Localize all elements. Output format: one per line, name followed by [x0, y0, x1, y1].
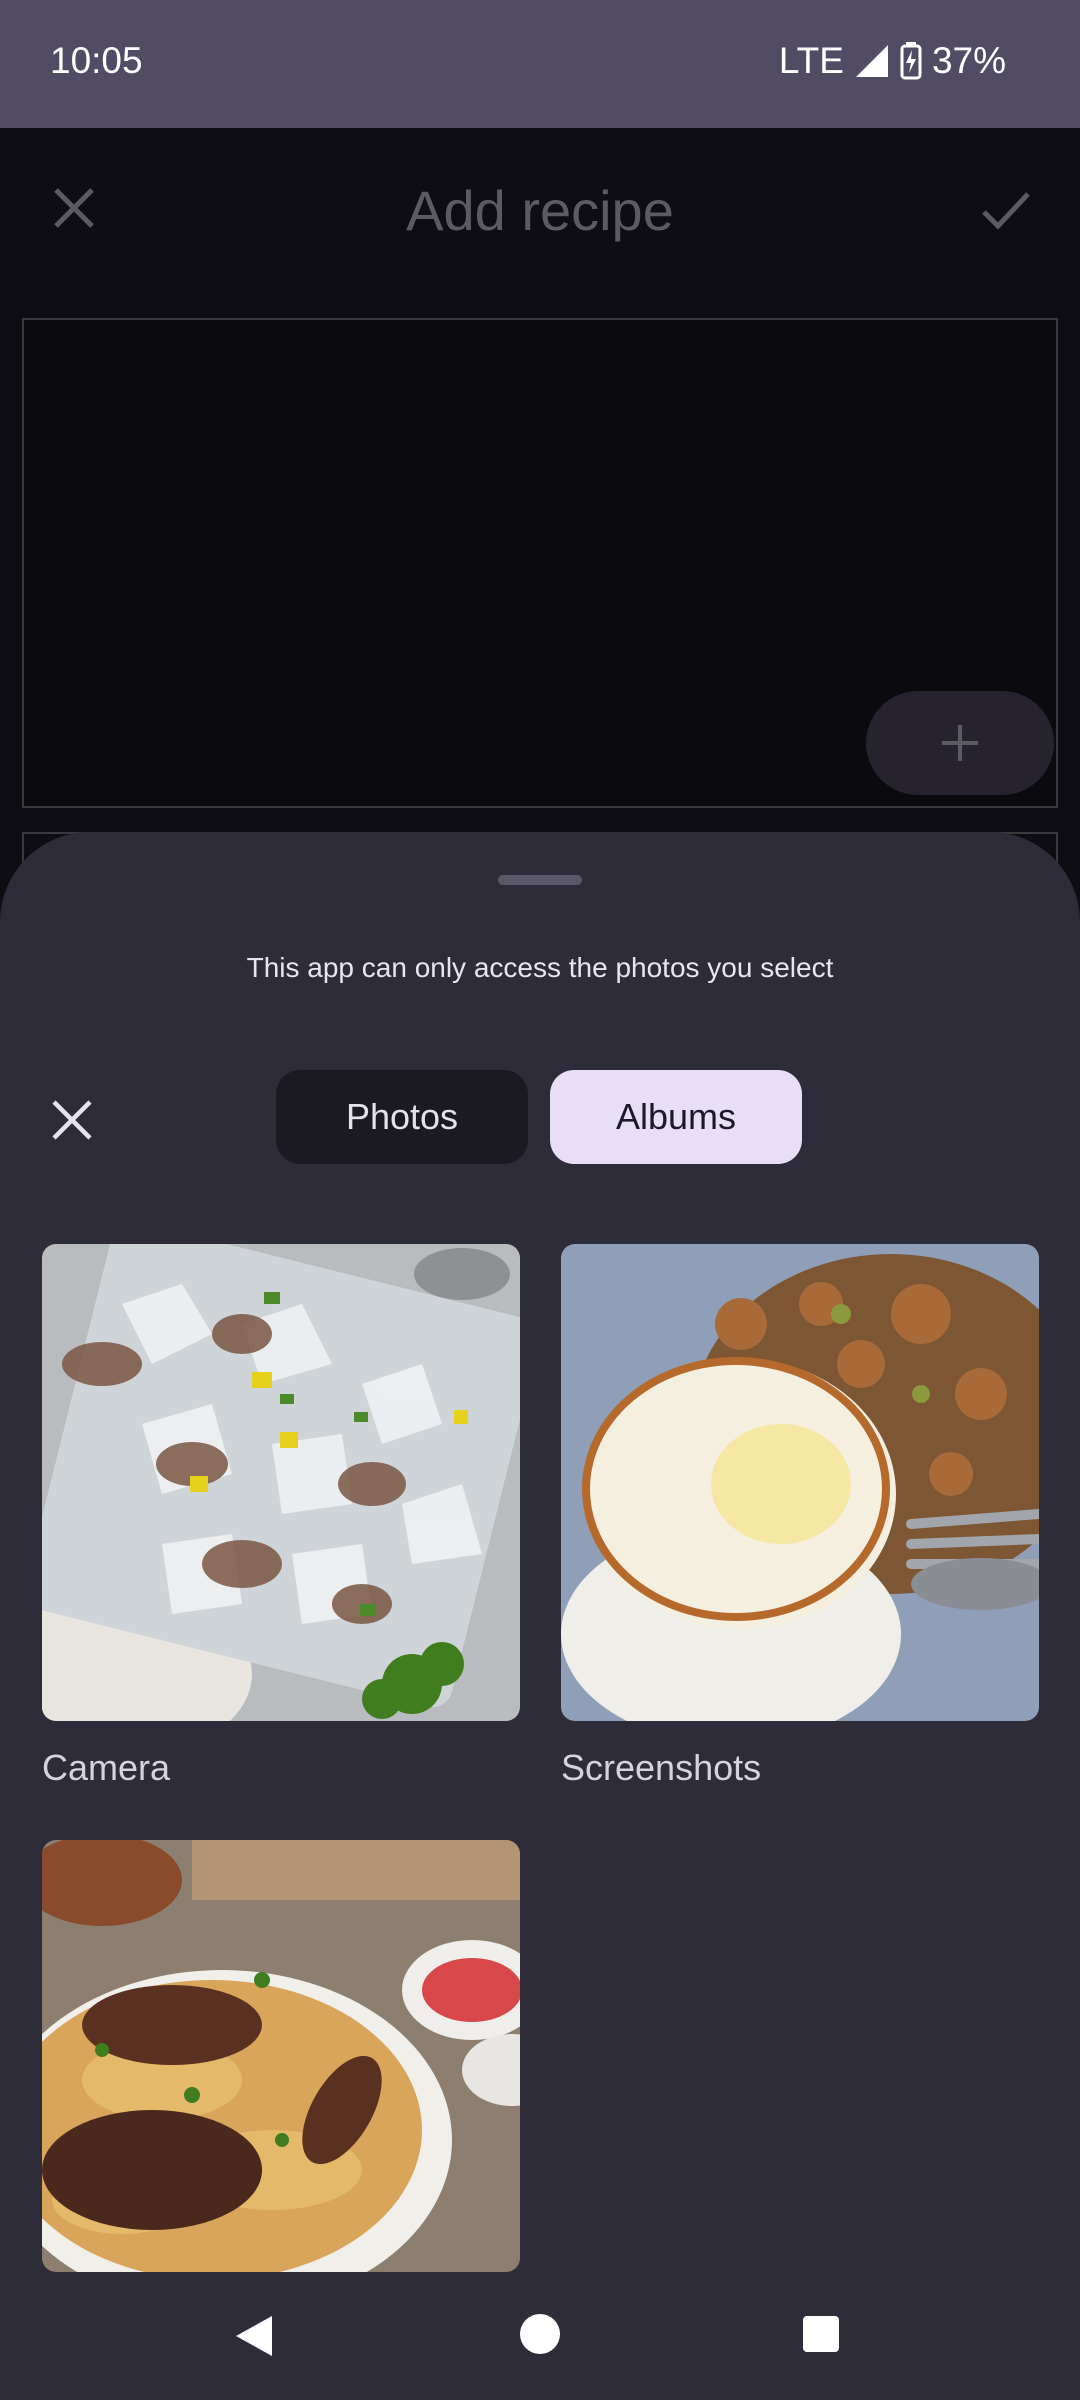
- navigation-bar: [0, 2272, 1080, 2400]
- fried-egg-rice-photo: [561, 1244, 1039, 1721]
- picker-tabs: Photos Albums: [276, 1070, 802, 1164]
- biryani-chicken-photo: [42, 1840, 520, 2272]
- album-label: Camera: [42, 1747, 171, 1788]
- access-caption: This app can only access the photos you …: [246, 952, 834, 983]
- battery-level: 37%: [931, 40, 1006, 81]
- signal-icon: [855, 45, 888, 77]
- drag-handle[interactable]: [498, 875, 582, 885]
- album-thumbnail: [42, 1244, 520, 1721]
- album-screenshots[interactable]: Screenshots: [561, 1244, 1039, 1789]
- recents-icon[interactable]: [803, 2316, 839, 2352]
- photo-picker-sheet: This app can only access the photos you …: [0, 832, 1080, 2400]
- check-icon[interactable]: [976, 180, 1036, 240]
- home-icon[interactable]: [520, 2314, 560, 2354]
- screen: 10:05 LTE 37% Add recipe This app can on…: [0, 0, 1080, 2400]
- network-label: LTE: [778, 40, 844, 81]
- add-icon: [942, 725, 978, 761]
- add-image-button[interactable]: [866, 691, 1054, 795]
- ice-tray-food-photo: [42, 1244, 520, 1721]
- close-picker-icon[interactable]: [46, 1094, 98, 1146]
- status-indicators: LTE 37%: [779, 40, 1006, 82]
- status-time: 10:05: [50, 40, 143, 81]
- tab-photos[interactable]: Photos: [276, 1070, 528, 1164]
- album-label: Screenshots: [561, 1747, 762, 1788]
- album-thumbnail: [561, 1244, 1039, 1721]
- page-title: Add recipe: [406, 179, 674, 242]
- back-icon[interactable]: [232, 2314, 276, 2358]
- album-third[interactable]: [42, 1840, 520, 2298]
- tab-albums[interactable]: Albums: [550, 1070, 802, 1164]
- status-bar: 10:05 LTE 37%: [0, 0, 1080, 128]
- album-thumbnail: [42, 1840, 520, 2272]
- album-camera[interactable]: Camera: [42, 1244, 520, 1789]
- battery-charging-icon: [900, 42, 922, 80]
